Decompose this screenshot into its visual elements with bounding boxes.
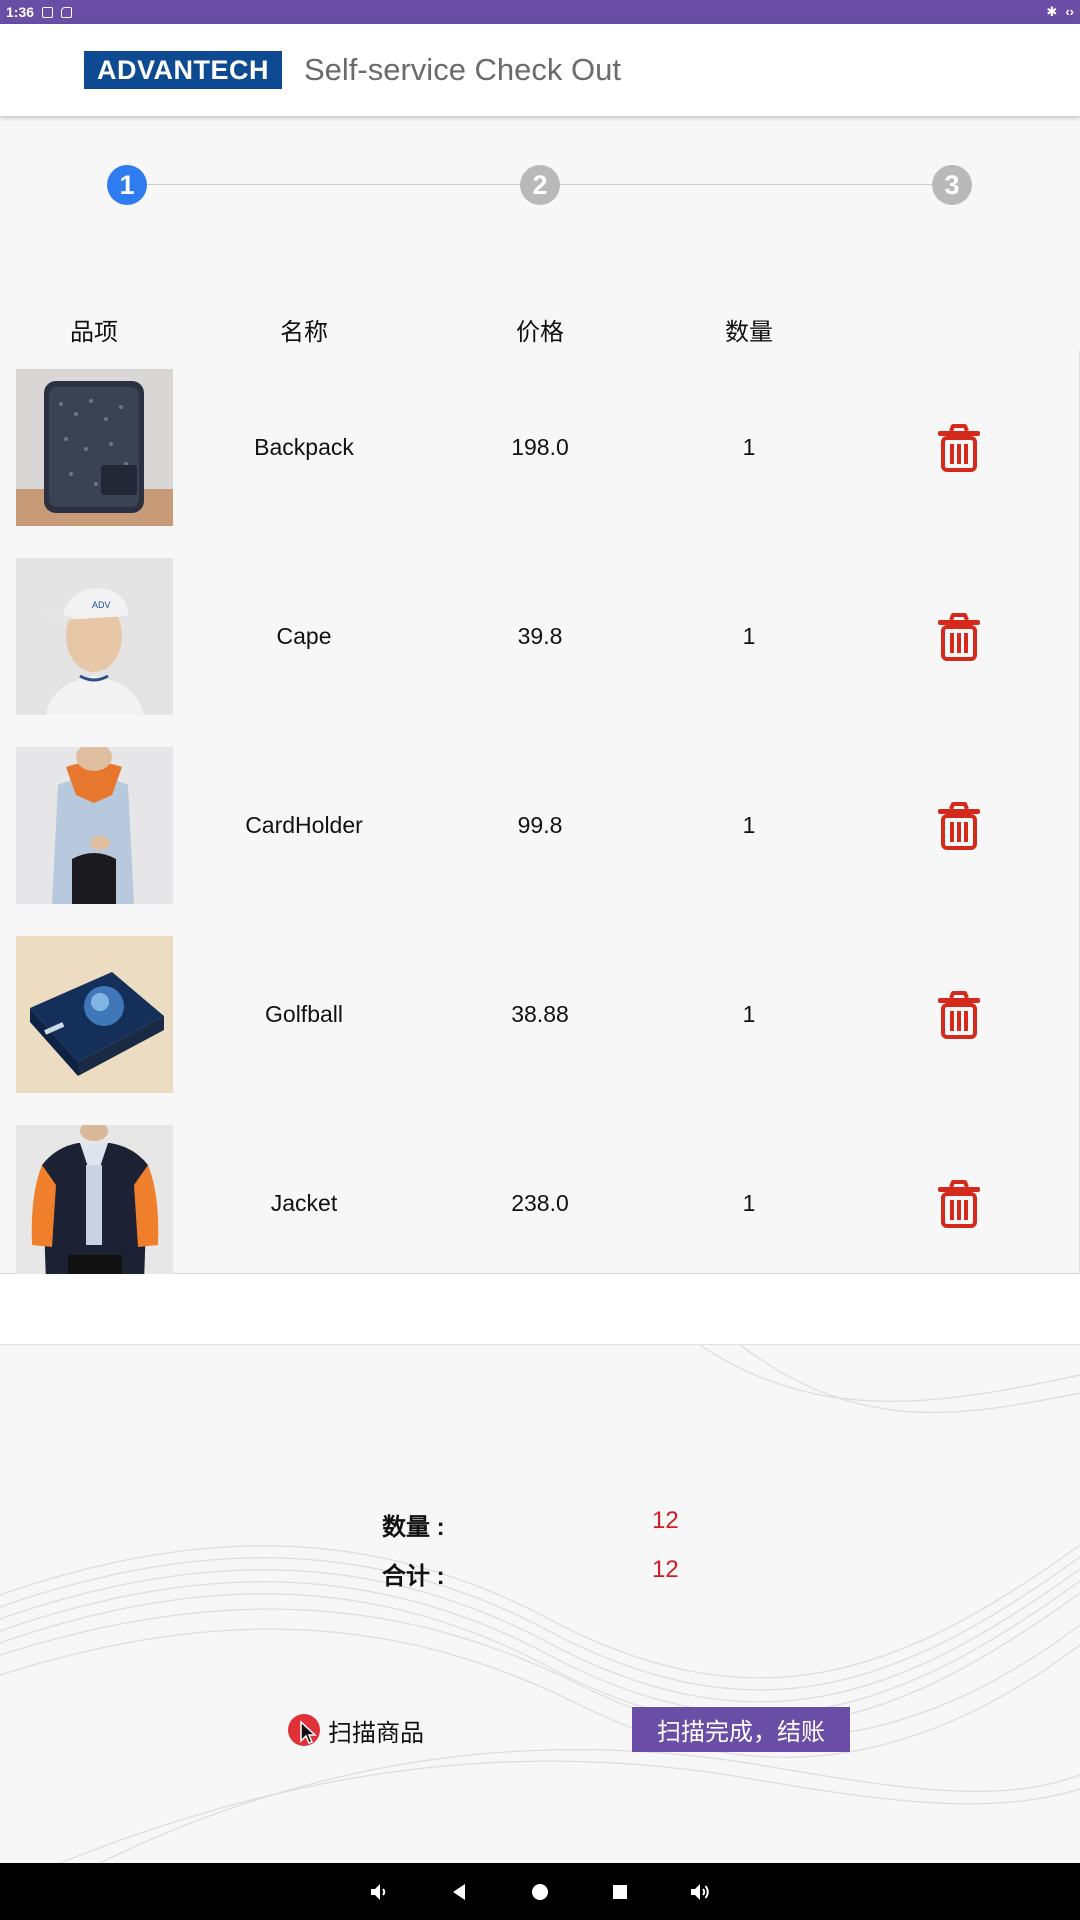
recents-icon (613, 1884, 627, 1899)
product-image-jacket (16, 1125, 173, 1282)
cart-row: Jacket 238.0 1 (0, 1125, 1080, 1282)
total-value: 12 (652, 1556, 679, 1583)
stepper-line (144, 184, 520, 185)
scan-products-button[interactable]: 扫描商品 (288, 1712, 424, 1748)
product-image-backpack (16, 369, 173, 526)
checkout-stepper: 1 2 3 (0, 160, 1080, 210)
product-quantity: 1 (742, 812, 756, 838)
delete-item-button[interactable] (934, 801, 984, 851)
sd-card-icon (61, 6, 73, 18)
quantity-label: 数量 : (382, 1514, 445, 1541)
cart-list[interactable]: Backpack 198.0 1 ADV Cape 39.8 1 CardHol… (0, 350, 1080, 1282)
cart-row: ADV Cape 39.8 1 (0, 558, 1080, 715)
page-title: Self-service Check Out (304, 52, 621, 87)
column-header-name: 名称 (280, 319, 328, 346)
column-header-quantity: 数量 (725, 319, 773, 346)
delete-item-button[interactable] (934, 423, 984, 473)
total-label: 合计 : (382, 1563, 445, 1590)
trash-icon (938, 613, 980, 661)
trash-icon (938, 991, 980, 1039)
product-quantity: 1 (742, 434, 756, 460)
cart-row: Backpack 198.0 1 (0, 369, 1080, 526)
svg-text:ADV: ADV (92, 600, 111, 610)
trash-icon (938, 424, 980, 472)
delete-item-button[interactable] (934, 1179, 984, 1229)
wave-background (0, 1345, 1080, 1863)
stepper-line (560, 184, 932, 185)
back-button[interactable] (446, 1878, 474, 1906)
status-time: 1:36 (6, 4, 35, 20)
product-name: Golfball (265, 1001, 343, 1027)
product-quantity: 1 (742, 1001, 756, 1027)
product-name: Jacket (270, 1190, 338, 1216)
product-name: Cape (276, 623, 332, 649)
product-price: 198.0 (511, 434, 569, 460)
delete-item-button[interactable] (934, 990, 984, 1040)
home-icon (532, 1883, 548, 1900)
product-name: Backpack (254, 434, 354, 460)
bluetooth-icon: ✱ (1046, 4, 1058, 19)
volume-down-icon (371, 1883, 386, 1900)
volume-up-icon (691, 1883, 709, 1900)
step-3: 3 (932, 165, 972, 205)
quantity-value: 12 (652, 1507, 679, 1534)
product-quantity: 1 (742, 1190, 756, 1216)
system-nav-bar (0, 1863, 1080, 1920)
product-image-cap: ADV (16, 558, 173, 715)
product-image-golfball-box (16, 936, 173, 1093)
product-price: 99.8 (517, 812, 563, 838)
column-header-item: 品项 (70, 319, 118, 346)
list-footer-band (0, 1274, 1080, 1345)
step-2: 2 (520, 165, 560, 205)
advantech-logo: ADVANTECH (84, 51, 282, 89)
product-price: 238.0 (511, 1190, 569, 1216)
cart-row: Golfball 38.88 1 (0, 936, 1080, 1093)
product-quantity: 1 (742, 623, 756, 649)
scan-icon (288, 1714, 320, 1746)
checkout-button[interactable]: 扫描完成，结账 (632, 1707, 850, 1752)
recents-button[interactable] (606, 1878, 634, 1906)
product-image-cardholder (16, 747, 173, 904)
step-1: 1 (107, 165, 147, 205)
delete-item-button[interactable] (934, 612, 984, 662)
code-icon: ‹› (1065, 4, 1074, 19)
volume-down-button[interactable] (366, 1878, 394, 1906)
column-header-price: 价格 (516, 319, 564, 346)
status-bar: 1:36 ✱ ‹› (0, 0, 1080, 24)
notification-a-icon (42, 6, 54, 18)
volume-up-button[interactable] (686, 1878, 714, 1906)
trash-icon (938, 802, 980, 850)
back-icon (453, 1883, 465, 1900)
product-price: 38.88 (511, 1001, 569, 1027)
app-header: ADVANTECH Self-service Check Out (0, 24, 1080, 116)
home-button[interactable] (526, 1878, 554, 1906)
product-price: 39.8 (517, 623, 563, 649)
scan-products-label: 扫描商品 (328, 1719, 424, 1747)
trash-icon (938, 1180, 980, 1228)
cart-row: CardHolder 99.8 1 (0, 747, 1080, 904)
product-name: CardHolder (245, 812, 363, 838)
